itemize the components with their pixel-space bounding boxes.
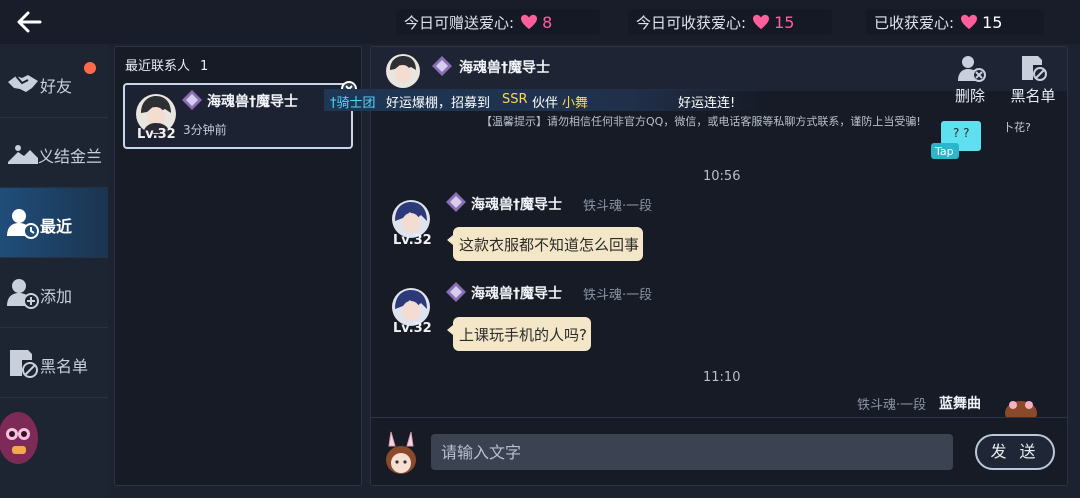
receive-hearts-label: 今日可收获爱心:: [636, 13, 747, 32]
broadcast-text: 伙伴: [532, 96, 559, 111]
message-bubble[interactable]: 这款衣服都不知道怎么回事: [447, 227, 643, 261]
svg-text:? ?: ? ?: [953, 126, 970, 140]
nav-item-friends[interactable]: 好友: [0, 48, 108, 118]
contact-card[interactable]: Lv.32 海魂兽†魔导士 3分钟前: [123, 83, 353, 149]
back-arrow-icon[interactable]: [14, 8, 44, 36]
sender-name: 海魂兽†魔导士: [471, 197, 562, 213]
avatar[interactable]: [381, 430, 421, 476]
level-badge: Lv.32: [137, 127, 176, 142]
gift-hearts-label: 今日可赠送爱心:: [404, 13, 515, 32]
self-name: 蓝舞曲: [939, 396, 981, 412]
received-hearts-stat: 已收获爱心: 15: [866, 9, 1044, 35]
gift-hearts-stat: 今日可赠送爱心: 8: [396, 9, 600, 35]
delete-button[interactable]: 删除: [943, 51, 997, 105]
rank-emblem-icon: [446, 192, 466, 212]
contacts-count: 1: [200, 59, 209, 74]
rank-emblem-icon: [182, 90, 202, 110]
nav-item-sworn[interactable]: 义结金兰: [0, 118, 108, 188]
nav-label: 义结金兰: [38, 147, 103, 166]
blacklist-button[interactable]: 黑名单: [1003, 51, 1063, 105]
delete-user-icon: [958, 56, 986, 82]
broadcast-banner: †骑士团 好运爆棚，招募到 SSR 伙伴 小舞 好运连连!: [324, 89, 764, 111]
sender-name: 海魂兽†魔导士: [471, 286, 562, 302]
heart-icon: [521, 14, 538, 30]
rank-emblem-icon: [446, 282, 466, 302]
sender-rank: 铁斗魂·一段: [583, 199, 653, 214]
message-input[interactable]: [431, 434, 953, 470]
recent-contacts-icon: [7, 209, 39, 239]
broadcast-text: 好运爆棚，招募到: [386, 96, 491, 111]
timestamp: 11:10: [703, 370, 741, 385]
nav-label: 黑名单: [40, 357, 89, 376]
received-hearts-value: 15: [982, 12, 1003, 32]
chat-partner-name: 海魂兽†魔导士: [459, 60, 550, 76]
avatar: [386, 54, 420, 88]
nav-label: 添加: [40, 287, 73, 306]
avatar[interactable]: [999, 395, 1043, 419]
heart-icon: [961, 14, 978, 30]
sticker-text: Tap: [934, 145, 954, 158]
recent-contacts-panel: 最近联系人 1 Lv.32 海魂兽†魔导士 3分钟前: [114, 46, 362, 486]
notification-dot: [84, 62, 96, 74]
level-badge: Lv.32: [393, 321, 432, 336]
contacts-header: 最近联系人 1: [125, 55, 208, 74]
nav-item-recent[interactable]: 最近: [0, 188, 108, 258]
nav-label: 最近: [40, 217, 73, 236]
blacklist-icon: [1022, 56, 1047, 81]
broadcast-guild: †骑士团: [330, 96, 376, 111]
blacklist-label: 黑名单: [1010, 87, 1056, 105]
message-bubble[interactable]: 上课玩手机的人吗?: [447, 317, 591, 351]
nav-label: 好友: [40, 77, 73, 96]
sender-rank: 铁斗魂·一段: [583, 288, 653, 303]
receive-hearts-stat: 今日可收获爱心: 15: [628, 9, 832, 35]
blacklist-icon: [10, 350, 38, 378]
chat-header: 海魂兽†魔导士 删除 黑名单: [371, 47, 1067, 105]
delete-label: 删除: [954, 87, 985, 105]
received-hearts-label: 已收获爱心:: [874, 13, 955, 32]
chat-panel: 海魂兽†魔导士 删除 黑名单 【温馨提示】请勿相信任何非官方QQ，微信，或电话客…: [370, 46, 1068, 486]
send-button[interactable]: 发 送: [975, 434, 1055, 470]
chat-input-bar: 发 送: [371, 417, 1067, 485]
heart-icon: [753, 14, 770, 30]
sticker-image[interactable]: ? ? Tap: [931, 121, 983, 159]
add-friend-icon: [7, 279, 39, 309]
nav-item-add[interactable]: 添加: [0, 258, 108, 328]
broadcast-partner: 小舞: [562, 96, 589, 111]
sworn-brothers-icon: [8, 145, 38, 164]
left-nav: 好友 义结金兰 最近 添加 黑名单: [0, 44, 108, 498]
broadcast-rarity: SSR: [502, 92, 528, 107]
last-seen-time: 3分钟前: [183, 123, 227, 137]
level-badge: Lv.32: [393, 233, 432, 248]
gift-hearts-value: 8: [542, 12, 553, 32]
contacts-header-label: 最近联系人: [125, 59, 191, 74]
partial-message: 卜花?: [1003, 121, 1031, 134]
self-rank: 铁斗魂·一段: [857, 398, 927, 413]
safety-warning: 【温馨提示】请勿相信任何非官方QQ，微信，或电话客服等私聊方式联系，谨防上当受骗…: [481, 115, 921, 128]
rank-emblem-icon: [432, 56, 452, 76]
contact-name: 海魂兽†魔导士: [207, 94, 298, 110]
handshake-icon: [8, 75, 38, 92]
mascot-icon[interactable]: [0, 406, 44, 468]
broadcast-text: 好运连连!: [678, 96, 736, 111]
top-bar: 今日可赠送爱心: 8 今日可收获爱心: 15 已收获爱心: 15: [0, 0, 1080, 44]
timestamp: 10:56: [703, 169, 741, 184]
nav-item-blacklist[interactable]: 黑名单: [0, 328, 108, 398]
receive-hearts-value: 15: [774, 12, 795, 32]
